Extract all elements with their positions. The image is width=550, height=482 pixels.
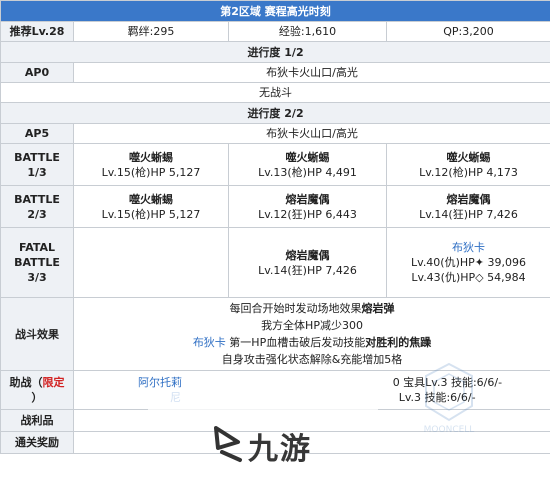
- support-servant-link[interactable]: 阿尔托莉: [138, 375, 182, 390]
- recommended-level: 推荐Lv.28: [0, 21, 74, 42]
- boss-stats-2: Lv.43(仇)HP◇ 54,984: [411, 271, 526, 284]
- ap5-label: AP5: [0, 123, 74, 144]
- boudica-link[interactable]: 布狄卡: [193, 336, 226, 349]
- support-label: 助战（限定 ）: [0, 370, 74, 410]
- enemy-stats: Lv.12(枪)HP 4,173: [419, 165, 518, 179]
- support-label-text: ）: [31, 391, 43, 404]
- support-detail-2: Lv.3 技能:6/6/-: [398, 391, 476, 404]
- no-battle-text: 无战斗: [0, 82, 550, 103]
- enemy-cell[interactable]: 噬火蜥蜴 Lv.12(枪)HP 4,173: [385, 143, 550, 186]
- boss-stats-1: Lv.40(仇)HP✦ 39,096: [411, 256, 526, 269]
- support-content: 阿尔托莉 尼 0 宝具Lv.3 技能:6/6/- Lv.3 技能:6/6/-: [72, 370, 550, 410]
- enemy-cell[interactable]: 熔岩魔偶 Lv.14(狂)HP 7,426: [385, 185, 550, 228]
- enemy-name: 噬火蜥蜴: [446, 150, 491, 164]
- enemy-stats: Lv.13(枪)HP 4,491: [258, 165, 357, 179]
- enemy-stats: Lv.14(狂)HP 7,426: [419, 207, 518, 221]
- enemy-name: 熔岩魔偶: [446, 192, 491, 206]
- effect-skill-name: 对胜利的焦躁: [365, 336, 432, 349]
- limited-tag: 限定: [42, 376, 65, 389]
- battle-label-line: FATAL: [18, 241, 56, 254]
- boss-name-link[interactable]: 布狄卡: [388, 240, 550, 255]
- fatal-battle-label: FATAL BATTLE 3/3: [0, 227, 74, 298]
- loot-label: 战利品: [0, 409, 74, 432]
- enemy-cell[interactable]: 熔岩魔偶 Lv.14(狂)HP 7,426: [228, 227, 387, 298]
- battle-1-label: BATTLE 1/3: [0, 143, 74, 186]
- battle-effects-label: 战斗效果: [0, 297, 74, 371]
- enemy-name: 噬火蜥蜴: [129, 150, 173, 164]
- effect-line-3: 布狄卡 第一HP血槽击破后发动技能对胜利的焦躁: [75, 334, 550, 351]
- support-detail-1: 0 宝具Lv.3 技能:6/6/-: [392, 376, 503, 389]
- progress-1-location: 布狄卡火山口/高光: [72, 62, 550, 83]
- effect-text: 第一HP血槽击破后发动技能: [225, 336, 366, 349]
- battle-label-line: 2/3: [27, 207, 47, 221]
- enemy-cell[interactable]: 噬火蜥蜴 Lv.13(枪)HP 4,491: [228, 143, 387, 186]
- enemy-name: 噬火蜥蜴: [129, 192, 173, 206]
- empty-enemy-cell: [73, 227, 229, 298]
- effect-text: 每回合开始时发动场地效果: [229, 302, 362, 315]
- clear-reward-label: 通关奖励: [0, 431, 74, 454]
- effect-line-2: 我方全体HP减少300: [261, 319, 363, 332]
- enemy-stats: Lv.12(狂)HP 6,443: [258, 207, 357, 221]
- effect-line-1: 每回合开始时发动场地效果熔岩弹: [75, 300, 550, 317]
- support-servant-link-2[interactable]: 尼: [138, 390, 182, 405]
- enemy-cell[interactable]: 噬火蜥蜴 Lv.15(枪)HP 5,127: [73, 185, 229, 228]
- enemy-cell[interactable]: 噬火蜥蜴 Lv.15(枪)HP 5,127: [73, 143, 229, 186]
- battle-label-line: BATTLE: [14, 192, 60, 206]
- progress-1-header: 进行度 1/2: [0, 41, 550, 63]
- enemy-stats: Lv.14(狂)HP 7,426: [258, 263, 357, 277]
- support-label-text: 助战（: [9, 376, 43, 389]
- effect-skill-name: 熔岩弹: [361, 302, 395, 315]
- exp-value: 经验:1,610: [228, 21, 387, 42]
- quest-table: 第2区域 赛程高光时刻 推荐Lv.28 羁绊:295 经验:1,610 QP:3…: [0, 0, 550, 454]
- qp-value: QP:3,200: [385, 21, 550, 42]
- enemy-name: 噬火蜥蜴: [285, 150, 330, 164]
- enemy-stats: Lv.15(枪)HP 5,127: [101, 207, 201, 221]
- battle-label-line: 3/3: [27, 271, 47, 284]
- progress-2-location: 布狄卡火山口/高光: [72, 123, 550, 144]
- quest-title: 第2区域 赛程高光时刻: [0, 0, 550, 22]
- clear-reward-content: [72, 431, 550, 454]
- ap0-label: AP0: [0, 62, 74, 83]
- battle-effects-text: 每回合开始时发动场地效果熔岩弹 我方全体HP减少300 布狄卡 第一HP血槽击破…: [72, 297, 550, 371]
- progress-2-header: 进行度 2/2: [0, 102, 550, 124]
- battle-label-line: 1/3: [27, 165, 47, 179]
- enemy-stats: Lv.15(枪)HP 5,127: [101, 165, 201, 179]
- bond-value: 羁绊:295: [73, 21, 229, 42]
- effect-line-4: 自身攻击强化状态解除&充能增加5格: [221, 353, 403, 366]
- enemy-name: 熔岩魔偶: [285, 248, 330, 262]
- enemy-name: 熔岩魔偶: [285, 192, 330, 206]
- battle-label-line: BATTLE: [14, 256, 60, 269]
- loot-content: [72, 409, 550, 432]
- battle-label-line: BATTLE: [14, 150, 60, 164]
- battle-2-label: BATTLE 2/3: [0, 185, 74, 228]
- enemy-cell[interactable]: 熔岩魔偶 Lv.12(狂)HP 6,443: [228, 185, 387, 228]
- boss-enemy-cell[interactable]: 布狄卡 Lv.40(仇)HP✦ 39,096 Lv.43(仇)HP◇ 54,98…: [385, 227, 550, 298]
